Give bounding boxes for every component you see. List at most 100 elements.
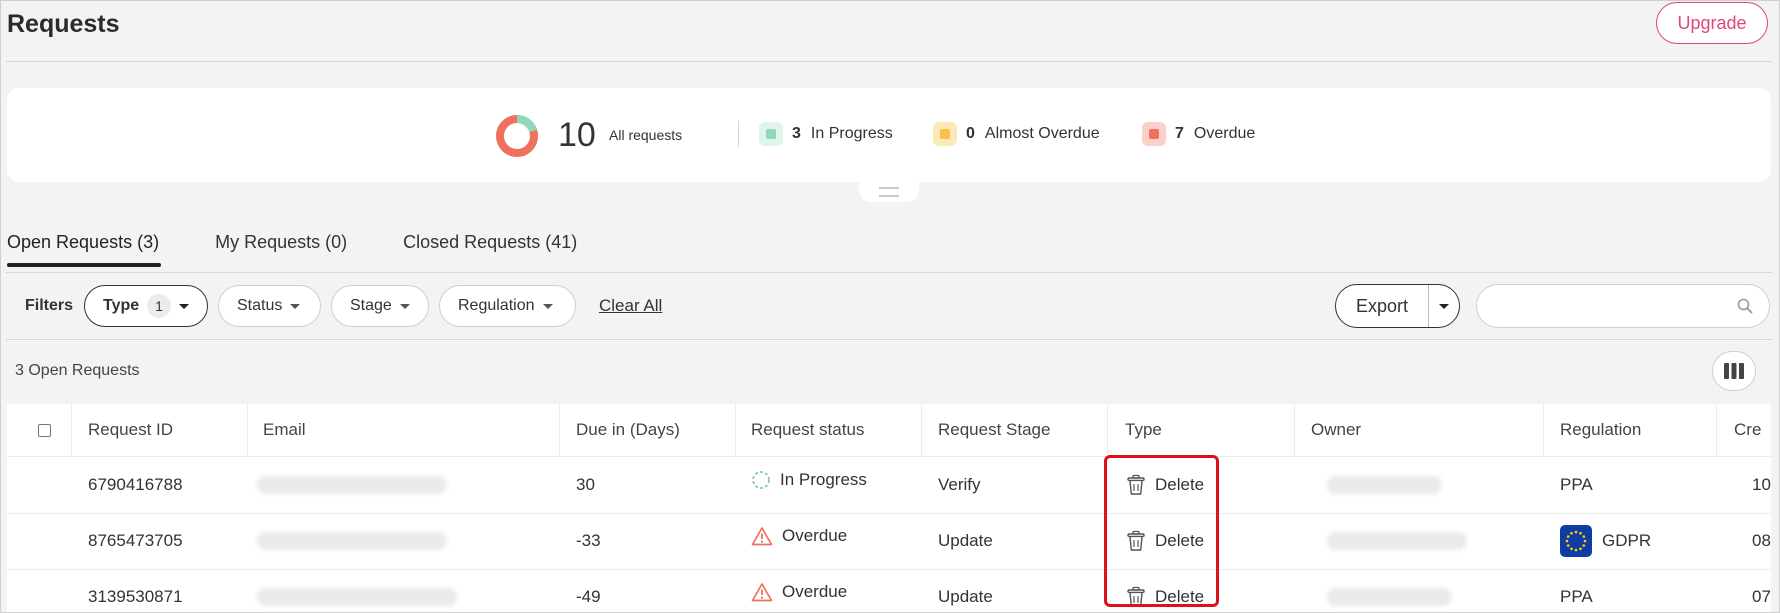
select-all-checkbox[interactable] xyxy=(38,404,51,456)
in-progress-label: In Progress xyxy=(810,125,893,142)
stat-in-progress: 3 In Progress xyxy=(759,122,893,146)
request-stage: Verify xyxy=(938,475,981,494)
column-header-due[interactable]: Due in (Days) xyxy=(576,404,680,456)
total-requests-label: All requests xyxy=(609,127,683,143)
in-progress-indicator-icon xyxy=(759,122,783,146)
chevron-down-icon xyxy=(179,303,189,309)
email-redacted xyxy=(257,513,447,569)
type-column-highlight xyxy=(1104,455,1219,607)
requests-donut-chart xyxy=(496,115,538,157)
column-header-request-id[interactable]: Request ID xyxy=(88,404,173,456)
requests-table: Request ID Email Due in (Days) Request s… xyxy=(7,404,1771,612)
status-filter-label: Status xyxy=(237,297,283,314)
chevron-down-icon xyxy=(290,303,301,309)
export-button[interactable]: Export xyxy=(1336,285,1428,327)
request-status: In Progress xyxy=(751,457,867,513)
chevron-down-icon xyxy=(542,303,553,309)
request-tabs: Open Requests (3) My Requests (0) Closed… xyxy=(7,232,577,267)
regulation: PPA xyxy=(1560,475,1593,494)
columns-icon xyxy=(1724,363,1744,379)
type-filter-label: Type xyxy=(103,297,140,314)
stat-almost-overdue: 0 Almost Overdue xyxy=(933,122,1100,146)
tabs-divider xyxy=(6,272,1772,273)
column-header-stage[interactable]: Request Stage xyxy=(938,404,1050,456)
stage-filter-label: Stage xyxy=(350,297,392,314)
column-header-status[interactable]: Request status xyxy=(751,404,864,456)
drag-handle-icon xyxy=(879,187,899,197)
request-status: Overdue xyxy=(751,569,847,612)
stage-filter-dropdown[interactable]: Stage xyxy=(331,285,429,327)
filters-divider xyxy=(6,339,1772,340)
regulation-label: GDPR xyxy=(1602,531,1652,550)
email-redacted xyxy=(257,457,447,513)
table-row[interactable]: 8765473705 -33 Overdue Update Delete GDP… xyxy=(7,513,1771,570)
column-header-created[interactable]: Cre xyxy=(1734,404,1761,456)
search-icon[interactable] xyxy=(1737,298,1753,314)
due-days: -33 xyxy=(576,531,601,550)
page-title: Requests xyxy=(7,10,120,38)
search-field[interactable] xyxy=(1476,284,1770,328)
regulation: GDPR xyxy=(1560,513,1651,569)
created-date: 08/ xyxy=(1752,531,1771,550)
type-filter-count-badge: 1 xyxy=(147,294,171,318)
export-options-toggle[interactable] xyxy=(1428,285,1459,327)
regulation-filter-dropdown[interactable]: Regulation xyxy=(439,285,576,327)
request-status: Overdue xyxy=(751,513,847,569)
in-progress-count: 3 xyxy=(792,125,801,142)
table-header-row: Request ID Email Due in (Days) Request s… xyxy=(7,404,1771,457)
request-id[interactable]: 6790416788 xyxy=(88,457,183,513)
results-count: 3 Open Requests xyxy=(15,362,140,379)
column-settings-button[interactable] xyxy=(1712,351,1756,391)
table-row[interactable]: 3139530871 -49 Overdue Update Delete PPA… xyxy=(7,569,1771,612)
clear-all-link[interactable]: Clear All xyxy=(599,296,662,316)
column-header-regulation[interactable]: Regulation xyxy=(1560,404,1641,456)
request-id[interactable]: 3139530871 xyxy=(88,569,183,612)
tab-my-requests[interactable]: My Requests (0) xyxy=(215,232,347,267)
regulation-filter-label: Regulation xyxy=(458,297,535,314)
column-header-type[interactable]: Type xyxy=(1125,404,1162,456)
owner-redacted xyxy=(1327,513,1467,569)
created-date: 07/ xyxy=(1752,587,1771,606)
warning-icon xyxy=(751,527,773,546)
request-id[interactable]: 8765473705 xyxy=(88,513,183,569)
search-input[interactable] xyxy=(1493,295,1727,319)
upgrade-button[interactable]: Upgrade xyxy=(1656,2,1768,44)
type-filter-dropdown[interactable]: Type 1 xyxy=(84,285,208,327)
overdue-indicator-icon xyxy=(1142,122,1166,146)
overdue-count: 7 xyxy=(1175,125,1184,142)
collapse-summary-handle[interactable] xyxy=(859,182,919,202)
summary-divider xyxy=(738,121,739,147)
chevron-down-icon xyxy=(399,303,410,309)
summary-card: 10 All requests 3 In Progress 0 Almost O… xyxy=(7,88,1771,182)
eu-flag-icon xyxy=(1560,525,1592,557)
request-stage: Update xyxy=(938,531,993,550)
almost-overdue-count: 0 xyxy=(966,125,975,142)
tab-open-requests[interactable]: Open Requests (3) xyxy=(7,232,162,267)
warning-icon xyxy=(751,583,773,602)
created-date: 10/ xyxy=(1752,475,1771,494)
email-redacted xyxy=(257,569,457,612)
stat-overdue: 7 Overdue xyxy=(1142,122,1255,146)
almost-overdue-label: Almost Overdue xyxy=(984,125,1100,142)
regulation: PPA xyxy=(1560,587,1593,606)
table-row[interactable]: 6790416788 30 In Progress Verify Delete … xyxy=(7,457,1771,514)
column-header-owner[interactable]: Owner xyxy=(1311,404,1361,456)
status-label: In Progress xyxy=(780,470,867,489)
owner-redacted xyxy=(1327,569,1452,612)
status-label: Overdue xyxy=(782,582,848,601)
tab-closed-requests[interactable]: Closed Requests (41) xyxy=(403,232,577,267)
export-button-group: Export xyxy=(1335,284,1460,328)
owner-redacted xyxy=(1327,457,1442,513)
column-header-email[interactable]: Email xyxy=(263,404,306,456)
due-days: 30 xyxy=(576,475,595,494)
chevron-down-icon xyxy=(1439,303,1449,309)
filters-label: Filters xyxy=(25,297,74,314)
status-label: Overdue xyxy=(782,526,848,545)
request-stage: Update xyxy=(938,587,993,606)
status-filter-dropdown[interactable]: Status xyxy=(218,285,321,327)
total-requests-count: 10 xyxy=(558,116,596,154)
due-days: -49 xyxy=(576,587,601,606)
overdue-label: Overdue xyxy=(1193,125,1256,142)
header-divider xyxy=(6,61,1772,62)
in-progress-status-icon xyxy=(752,471,770,489)
